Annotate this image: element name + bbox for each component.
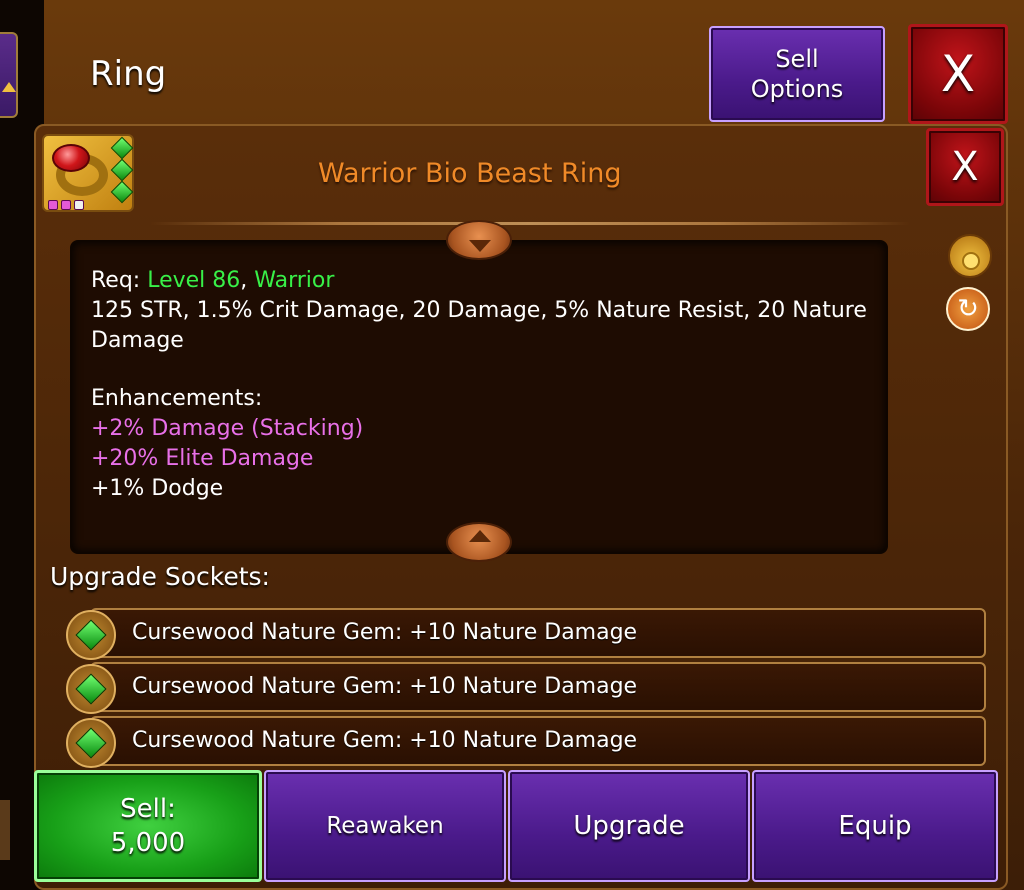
chevron-down-icon xyxy=(469,240,491,252)
sell-label: Sell: xyxy=(120,794,176,824)
red-gem-icon xyxy=(52,144,90,172)
enhancement-pip-empty xyxy=(74,200,84,210)
item-name: Warrior Bio Beast Ring xyxy=(318,158,622,189)
gold-bag-icon[interactable] xyxy=(948,234,992,278)
upgrade-button[interactable]: Upgrade xyxy=(508,770,750,882)
scroll-down-knob[interactable] xyxy=(446,522,512,562)
left-edge-panel xyxy=(0,800,10,860)
green-gem-icon xyxy=(75,673,107,705)
socket-row[interactable]: Cursewood Nature Gem: +10 Nature Damage xyxy=(90,608,986,658)
nature-gem-socket-icon xyxy=(66,664,116,714)
nature-gem-socket-icon xyxy=(66,610,116,660)
socket-row[interactable]: Cursewood Nature Gem: +10 Nature Damage xyxy=(90,662,986,712)
left-tab-button[interactable] xyxy=(0,32,18,118)
enhancement-line: +20% Elite Damage xyxy=(91,446,314,471)
socket-description: Cursewood Nature Gem: +10 Nature Damage xyxy=(132,620,638,645)
reawaken-button[interactable]: Reawaken xyxy=(264,770,506,882)
coin-icon xyxy=(962,252,980,270)
refresh-icon[interactable]: ↻ xyxy=(946,287,990,331)
enhancement-pip xyxy=(48,200,58,210)
ring-item-icon xyxy=(42,134,134,212)
nature-gem-socket-icon xyxy=(66,718,116,768)
green-gem-icon xyxy=(75,727,107,759)
header-divider xyxy=(150,222,910,225)
socket-gem-icon xyxy=(110,136,134,160)
requirement-line: Req: Level 86, Warrior xyxy=(91,266,871,296)
req-class: Warrior xyxy=(254,268,335,293)
socket-description: Cursewood Nature Gem: +10 Nature Damage xyxy=(132,728,638,753)
socket-gem-icon xyxy=(110,158,134,182)
sell-options-label-line1: Sell xyxy=(775,45,819,73)
item-description-box[interactable]: Req: Level 86, Warrior 125 STR, 1.5% Cri… xyxy=(70,240,888,554)
scroll-up-knob[interactable] xyxy=(446,220,512,260)
sell-button[interactable]: Sell: 5,000 xyxy=(34,770,262,882)
sell-options-button[interactable]: Sell Options xyxy=(709,26,885,122)
enhancement-line: +1% Dodge xyxy=(91,476,224,501)
req-level: Level 86 xyxy=(147,268,241,293)
upgrade-sockets-title: Upgrade Sockets: xyxy=(50,562,270,591)
close-item-button[interactable]: X xyxy=(926,128,1004,206)
enhancements-label: Enhancements: xyxy=(91,386,263,411)
item-description-text: Req: Level 86, Warrior 125 STR, 1.5% Cri… xyxy=(91,266,871,504)
chevron-up-icon xyxy=(469,530,491,542)
window-title: Ring xyxy=(90,54,167,94)
sell-price: 5,000 xyxy=(110,828,186,858)
socket-gem-icon xyxy=(110,180,134,204)
up-arrow-icon xyxy=(2,82,16,92)
socket-description: Cursewood Nature Gem: +10 Nature Damage xyxy=(132,674,638,699)
enhancement-pip xyxy=(61,200,71,210)
req-label: Req: xyxy=(91,268,141,293)
sell-options-label-line2: Options xyxy=(750,75,844,103)
equip-button[interactable]: Equip xyxy=(752,770,998,882)
enhancement-line: +2% Damage (Stacking) xyxy=(91,416,364,441)
req-separator: , xyxy=(240,268,248,293)
stats-line: 125 STR, 1.5% Crit Damage, 20 Damage, 5%… xyxy=(91,298,867,353)
action-bar: Sell: 5,000 Reawaken Upgrade Equip xyxy=(34,770,998,882)
socket-row[interactable]: Cursewood Nature Gem: +10 Nature Damage xyxy=(90,716,986,766)
close-window-button[interactable]: X xyxy=(908,24,1008,124)
green-gem-icon xyxy=(75,619,107,651)
